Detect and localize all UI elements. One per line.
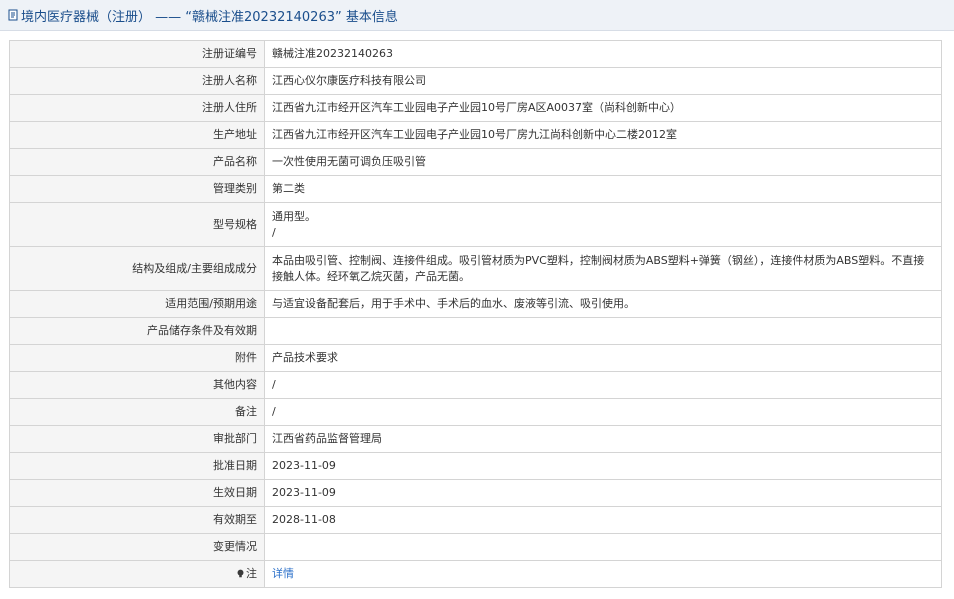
- table-row: 适用范围/预期用途 与适宜设备配套后，用于手术中、手术后的血水、废液等引流、吸引…: [9, 290, 942, 318]
- table-row: 其他内容 /: [9, 371, 942, 399]
- table-row: 产品名称 一次性使用无菌可调负压吸引管: [9, 148, 942, 176]
- row-value: [264, 533, 942, 561]
- row-value-line: 通用型。: [272, 209, 316, 223]
- lightbulb-icon: [237, 569, 244, 578]
- row-value: 第二类: [264, 175, 942, 203]
- row-label: 结构及组成/主要组成成分: [9, 246, 265, 291]
- row-label: 注册证编号: [9, 40, 265, 68]
- row-label: 其他内容: [9, 371, 265, 399]
- row-label: 备注: [9, 398, 265, 426]
- table-row: 注册人名称 江西心仪尔康医疗科技有限公司: [9, 67, 942, 95]
- table-row: 管理类别 第二类: [9, 175, 942, 203]
- row-label: 型号规格: [9, 202, 265, 247]
- note-label-text: 注: [246, 567, 257, 580]
- row-value-line: /: [272, 225, 276, 239]
- row-label: 管理类别: [9, 175, 265, 203]
- table-row: 变更情况: [9, 533, 942, 561]
- row-label: 适用范围/预期用途: [9, 290, 265, 318]
- page-header: 境内医疗器械（注册） —— “赣械注准20232140263” 基本信息: [0, 0, 954, 31]
- row-value: 一次性使用无菌可调负压吸引管: [264, 148, 942, 176]
- row-value: /: [264, 398, 942, 426]
- row-value: 2023-11-09: [264, 452, 942, 480]
- row-value: /: [264, 371, 942, 399]
- row-label: 变更情况: [9, 533, 265, 561]
- table-row: 备注 /: [9, 398, 942, 426]
- row-label: 生产地址: [9, 121, 265, 149]
- table-row: 型号规格 通用型。 /: [9, 202, 942, 247]
- note-label: 注: [9, 560, 265, 588]
- detail-link[interactable]: 详情: [272, 567, 294, 580]
- row-value: 江西省九江市经开区汽车工业园电子产业园10号厂房九江尚科创新中心二楼2012室: [264, 121, 942, 149]
- table-row: 有效期至 2028-11-08: [9, 506, 942, 534]
- row-label: 有效期至: [9, 506, 265, 534]
- row-label: 附件: [9, 344, 265, 372]
- table-row: 生效日期 2023-11-09: [9, 479, 942, 507]
- row-value: 赣械注准20232140263: [264, 40, 942, 68]
- row-label: 产品储存条件及有效期: [9, 317, 265, 345]
- row-value: 2023-11-09: [264, 479, 942, 507]
- table-row: 注册证编号 赣械注准20232140263: [9, 40, 942, 68]
- table-row: 产品储存条件及有效期: [9, 317, 942, 345]
- row-label: 批准日期: [9, 452, 265, 480]
- info-table: 注册证编号 赣械注准20232140263 注册人名称 江西心仪尔康医疗科技有限…: [9, 40, 942, 588]
- table-row: 结构及组成/主要组成成分 本品由吸引管、控制阀、连接件组成。吸引管材质为PVC塑…: [9, 246, 942, 291]
- row-value: 通用型。 /: [264, 202, 942, 247]
- table-row: 生产地址 江西省九江市经开区汽车工业园电子产业园10号厂房九江尚科创新中心二楼2…: [9, 121, 942, 149]
- row-label: 注册人名称: [9, 67, 265, 95]
- row-value: 详情: [264, 560, 942, 588]
- table-row: 附件 产品技术要求: [9, 344, 942, 372]
- row-value: 江西省九江市经开区汽车工业园电子产业园10号厂房A区A0037室（尚科创新中心）: [264, 94, 942, 122]
- row-value: 本品由吸引管、控制阀、连接件组成。吸引管材质为PVC塑料，控制阀材质为ABS塑料…: [264, 246, 942, 291]
- row-label: 注册人住所: [9, 94, 265, 122]
- table-row: 注 详情: [9, 560, 942, 588]
- row-label: 生效日期: [9, 479, 265, 507]
- row-value: 产品技术要求: [264, 344, 942, 372]
- row-value: [264, 317, 942, 345]
- table-row: 审批部门 江西省药品监督管理局: [9, 425, 942, 453]
- row-value: 与适宜设备配套后，用于手术中、手术后的血水、废液等引流、吸引使用。: [264, 290, 942, 318]
- row-value: 江西心仪尔康医疗科技有限公司: [264, 67, 942, 95]
- page-title: 境内医疗器械（注册） —— “赣械注准20232140263” 基本信息: [21, 9, 398, 25]
- row-value: 江西省药品监督管理局: [264, 425, 942, 453]
- table-row: 批准日期 2023-11-09: [9, 452, 942, 480]
- row-value: 2028-11-08: [264, 506, 942, 534]
- row-label: 产品名称: [9, 148, 265, 176]
- table-row: 注册人住所 江西省九江市经开区汽车工业园电子产业园10号厂房A区A0037室（尚…: [9, 94, 942, 122]
- document-icon: [8, 9, 18, 21]
- row-label: 审批部门: [9, 425, 265, 453]
